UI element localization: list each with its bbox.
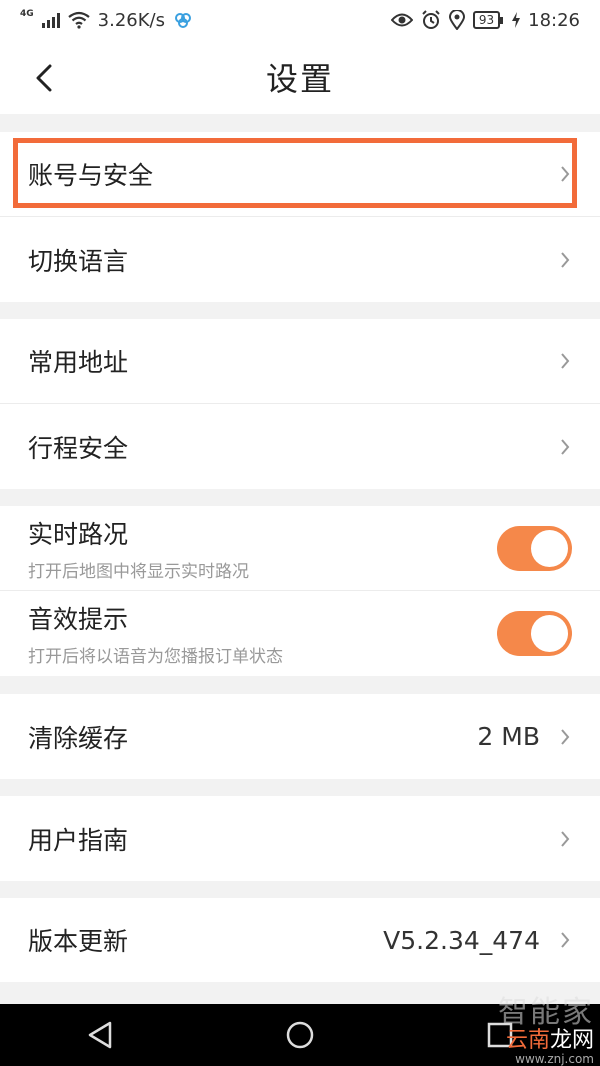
watermark-url: www.znj.com (515, 1052, 594, 1066)
status-bar: 4G 3.26K/s 93 18:26 (0, 0, 600, 40)
network-type: 4G (20, 8, 34, 19)
location-icon (448, 10, 465, 30)
realtime-traffic-toggle[interactable] (497, 525, 572, 571)
row-account-security[interactable]: 账号与安全 (0, 132, 600, 217)
chevron-right-icon (558, 166, 572, 182)
settings-group-address: 常用地址 行程安全 (0, 319, 600, 489)
version-number: V5.2.34_474 (383, 925, 540, 955)
nav-back-icon[interactable] (86, 1020, 114, 1050)
chevron-right-icon (558, 728, 572, 745)
watermark-part-b: 龙网 (549, 1028, 594, 1053)
charging-icon (512, 12, 521, 28)
chevron-right-icon (558, 353, 572, 369)
row-label: 账号与安全 (28, 161, 154, 190)
cache-size: 2 MB (477, 722, 540, 751)
network-speed: 3.26K/s (97, 9, 165, 31)
row-trip-safety[interactable]: 行程安全 (0, 404, 600, 489)
chevron-right-icon (558, 830, 572, 847)
row-label: 切换语言 (28, 246, 129, 276)
settings-page: 4G 3.26K/s 93 18:26 设置 账号与安全 切换语言 常用地址 行… (0, 0, 600, 1066)
row-text: 音效提示 打开后将以语音为您播报订单状态 (28, 600, 497, 667)
wifi-icon (67, 11, 90, 29)
row-label: 行程安全 (28, 433, 129, 463)
page-title: 设置 (265, 60, 334, 98)
watermark-line1: 智能家 (498, 995, 594, 1030)
watermark-line2: 云南龙网 (498, 1030, 594, 1052)
battery-indicator: 93 (472, 11, 504, 29)
sound-prompt-toggle[interactable] (497, 611, 572, 656)
row-sublabel: 打开后将以语音为您播报订单状态 (28, 647, 283, 667)
row-user-guide[interactable]: 用户指南 (0, 796, 600, 881)
row-label: 实时路况 (28, 519, 129, 549)
row-label: 用户指南 (28, 825, 129, 855)
row-realtime-traffic: 实时路况 打开后地图中将显示实时路况 (0, 506, 600, 591)
settings-group-account: 账号与安全 切换语言 (0, 132, 600, 302)
row-common-address[interactable]: 常用地址 (0, 319, 600, 404)
settings-group-cache: 清除缓存 2 MB (0, 694, 600, 779)
status-right: 93 18:26 (390, 9, 580, 31)
alarm-icon (422, 10, 440, 29)
row-switch-language[interactable]: 切换语言 (0, 217, 600, 302)
row-label: 音效提示 (28, 605, 129, 634)
settings-group-toggles: 实时路况 打开后地图中将显示实时路况 音效提示 打开后将以语音为您播报订单状态 (0, 506, 600, 676)
nav-home-icon[interactable] (285, 1020, 315, 1050)
toggle-knob (531, 529, 568, 567)
app-header: 设置 (0, 40, 600, 114)
row-label: 清除缓存 (28, 723, 129, 753)
settings-group-guide: 用户指南 (0, 796, 600, 881)
chevron-right-icon (558, 251, 572, 268)
chevron-right-icon (558, 932, 572, 948)
row-sound-prompt: 音效提示 打开后将以语音为您播报订单状态 (0, 591, 600, 676)
settings-group-version: 版本更新 V5.2.34_474 (0, 898, 600, 982)
row-clear-cache[interactable]: 清除缓存 2 MB (0, 694, 600, 779)
row-label: 版本更新 (28, 927, 129, 956)
row-label: 常用地址 (28, 348, 129, 377)
cloud-app-icon (174, 13, 191, 28)
clock: 18:26 (528, 9, 580, 31)
signal-icon (41, 12, 60, 28)
chevron-right-icon (558, 438, 572, 455)
row-version-update[interactable]: 版本更新 V5.2.34_474 (0, 898, 600, 982)
back-button[interactable] (26, 58, 62, 98)
toggle-knob (531, 615, 568, 652)
watermark-part-a: 云南 (505, 1028, 550, 1053)
row-sublabel: 打开后地图中将显示实时路况 (28, 561, 249, 582)
watermark: 智能家 云南龙网 www.znj.com (498, 995, 594, 1066)
status-left: 4G 3.26K/s (20, 8, 193, 31)
row-text: 实时路况 打开后地图中将显示实时路况 (28, 515, 497, 582)
chevron-left-icon (36, 64, 52, 92)
eye-icon (390, 13, 413, 27)
